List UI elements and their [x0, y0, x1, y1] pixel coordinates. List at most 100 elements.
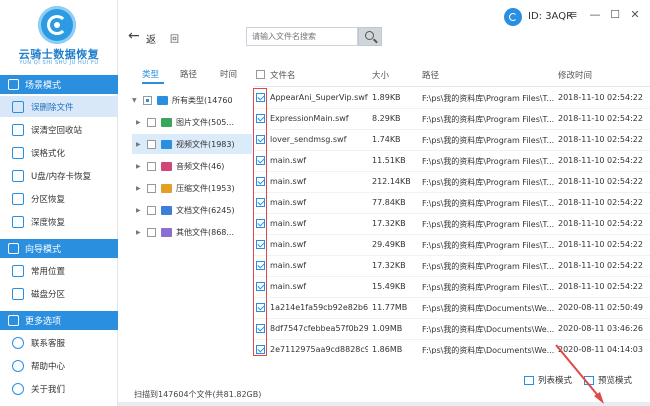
- file-size: 77.84KB: [372, 198, 406, 207]
- column-header-name[interactable]: 文件名: [270, 64, 296, 86]
- usb-drive-icon: [12, 169, 24, 182]
- file-size: 11.77MB: [372, 303, 408, 312]
- category-checkbox[interactable]: [147, 139, 156, 149]
- sidebar-item-label: 关于我们: [31, 384, 66, 395]
- sidebar-item-partition[interactable]: 分区恢复: [0, 188, 118, 209]
- minimize-icon[interactable]: —: [588, 8, 602, 22]
- table-row[interactable]: main.swf 17.32KB F:\ps\我的资料库\Program Files…: [254, 256, 650, 277]
- sidebar-item-format[interactable]: 误格式化: [0, 142, 118, 163]
- user-avatar-icon[interactable]: [504, 8, 522, 26]
- search-input[interactable]: [246, 27, 358, 46]
- bottom-scrollbar[interactable]: [118, 402, 650, 406]
- list-mode-label: 列表模式: [538, 376, 573, 386]
- file-name: 1a214e1fa59cb92e82b6...: [270, 303, 368, 312]
- category-checkbox[interactable]: [143, 95, 152, 105]
- table-row[interactable]: 2e7112975aa9cd8828c9... 1.86MB F:\ps\我的资料库…: [254, 340, 650, 354]
- disk-icon: [12, 287, 24, 300]
- category-checkbox[interactable]: [147, 227, 156, 237]
- expand-icon[interactable]: ▶: [136, 185, 144, 192]
- category-row[interactable]: ▶ 音频文件(46): [132, 156, 252, 176]
- column-header-date[interactable]: 修改时间: [558, 64, 592, 86]
- expand-icon[interactable]: ▶: [136, 163, 144, 170]
- file-date: 2018-11-10 02:54:22: [558, 156, 643, 165]
- file-name: main.swf: [270, 261, 307, 270]
- expand-icon[interactable]: ▶: [136, 119, 144, 126]
- table-row[interactable]: main.swf 77.84KB F:\ps\我的资料库\Program Files…: [254, 193, 650, 214]
- more-options-icon: [8, 315, 19, 326]
- back-button[interactable]: 返: [146, 31, 156, 46]
- sidebar-item-deep-recovery[interactable]: 深度恢复: [0, 211, 118, 232]
- scene-mode-icon: [8, 79, 19, 90]
- category-label: 文档文件(6245): [176, 205, 235, 215]
- maximize-icon[interactable]: ☐: [608, 8, 622, 22]
- select-all-checkbox[interactable]: [256, 70, 265, 79]
- file-path: F:\ps\我的资料库\Program Files\T...: [422, 283, 554, 292]
- file-name: lover_sendmsg.swf: [270, 135, 347, 144]
- category-row[interactable]: ▶ 其他文件(868...: [132, 222, 252, 242]
- main-panel: ← 返 回 ID: 3AQR ≡ — ☐ ✕ 类型 路径 时间 ▼所有类型(14…: [118, 0, 650, 406]
- file-date: 2020-08-11 02:50:49: [558, 303, 643, 312]
- sidebar-item-usb-card[interactable]: U盘/内存卡恢复: [0, 165, 118, 186]
- sidebar-item-common-locations[interactable]: 常用位置: [0, 260, 118, 281]
- search-button[interactable]: [358, 27, 382, 46]
- table-row[interactable]: main.swf 11.51KB F:\ps\我的资料库\Program Files…: [254, 151, 650, 172]
- category-checkbox[interactable]: [147, 117, 156, 127]
- category-label: 压缩文件(1953): [176, 183, 235, 193]
- sidebar-item-contact-support[interactable]: 联系客服: [0, 332, 118, 353]
- section-title: 更多选项: [25, 317, 62, 327]
- return-button[interactable]: 回: [170, 32, 179, 45]
- sidebar: 云骑士数据恢复 YUN QI SHI SHU JU HUI FU 场景模式 误删…: [0, 0, 118, 406]
- sidebar-item-help-center[interactable]: 帮助中心: [0, 355, 118, 376]
- sidebar-item-disk-partition[interactable]: 磁盘分区: [0, 283, 118, 304]
- file-path: F:\ps\我的资料库\Documents\We...: [422, 346, 554, 354]
- file-name: main.swf: [270, 282, 307, 291]
- checkbox-highlight-box: [253, 88, 267, 356]
- file-path: F:\ps\我的资料库\Documents\We...: [422, 304, 554, 313]
- file-size: 1.89KB: [372, 93, 401, 102]
- table-row[interactable]: ExpressionMain.swf 8.29KB F:\ps\我的资料库\Prog…: [254, 109, 650, 130]
- table-row[interactable]: main.swf 15.49KB F:\ps\我的资料库\Program Files…: [254, 277, 650, 298]
- category-row[interactable]: ▶ 图片文件(505...: [132, 112, 252, 132]
- category-row[interactable]: ▶ 文档文件(6245): [132, 200, 252, 220]
- expand-icon[interactable]: ▶: [136, 207, 144, 214]
- category-row[interactable]: ▶ 视频文件(1983): [132, 134, 252, 154]
- sidebar-item-deleted-files[interactable]: 误删除文件: [0, 96, 118, 117]
- category-row[interactable]: ▶ 压缩文件(1953): [132, 178, 252, 198]
- sidebar-item-recycle-bin[interactable]: 误清空回收站: [0, 119, 118, 140]
- file-path: F:\ps\我的资料库\Program Files\T...: [422, 94, 554, 103]
- logo-icon: [38, 6, 76, 44]
- table-row[interactable]: main.swf 29.49KB F:\ps\我的资料库\Program Files…: [254, 235, 650, 256]
- tab-type[interactable]: 类型: [142, 68, 159, 80]
- table-row[interactable]: 1a214e1fa59cb92e82b6... 11.77MB F:\ps\我的资料…: [254, 298, 650, 319]
- expand-icon[interactable]: ▶: [136, 229, 144, 236]
- column-header-path[interactable]: 路径: [422, 64, 439, 86]
- close-icon[interactable]: ✕: [628, 8, 642, 22]
- back-arrow-icon[interactable]: ←: [128, 28, 140, 44]
- preview-mode-button[interactable]: 预览模式: [584, 374, 632, 386]
- column-header-size[interactable]: 大小: [372, 64, 389, 86]
- table-row[interactable]: main.swf 212.14KB F:\ps\我的资料库\Program File…: [254, 172, 650, 193]
- sidebar-item-about-us[interactable]: 关于我们: [0, 378, 118, 399]
- expand-icon[interactable]: ▶: [136, 141, 144, 148]
- file-path: F:\ps\我的资料库\Program Files\T...: [422, 241, 554, 250]
- sidebar-item-label: 误删除文件: [31, 102, 74, 113]
- expand-icon[interactable]: ▼: [132, 97, 140, 104]
- category-checkbox[interactable]: [147, 183, 156, 193]
- preview-mode-label: 预览模式: [598, 376, 633, 386]
- help-icon: [12, 359, 24, 372]
- table-row[interactable]: 8df7547cfebbea57f0b29... 1.09MB F:\ps\我的资料…: [254, 319, 650, 340]
- category-row[interactable]: ▼ 所有类型(14760: [132, 90, 252, 110]
- table-row[interactable]: AppearAni_SuperVip.swf 1.89KB F:\ps\我的资料库\…: [254, 88, 650, 109]
- file-date: 2018-11-10 02:54:22: [558, 219, 643, 228]
- table-row[interactable]: lover_sendmsg.swf 1.74KB F:\ps\我的资料库\Progr…: [254, 130, 650, 151]
- table-row[interactable]: main.swf 17.32KB F:\ps\我的资料库\Program Files…: [254, 214, 650, 235]
- tab-path[interactable]: 路径: [180, 68, 197, 80]
- category-checkbox[interactable]: [147, 161, 156, 171]
- menu-icon[interactable]: ≡: [566, 8, 580, 22]
- tab-time[interactable]: 时间: [220, 68, 237, 80]
- category-checkbox[interactable]: [147, 205, 156, 215]
- file-name: main.swf: [270, 240, 307, 249]
- list-mode-button[interactable]: 列表模式: [524, 374, 572, 386]
- wizard-mode-icon: [8, 243, 19, 254]
- folder-icon: [157, 95, 168, 105]
